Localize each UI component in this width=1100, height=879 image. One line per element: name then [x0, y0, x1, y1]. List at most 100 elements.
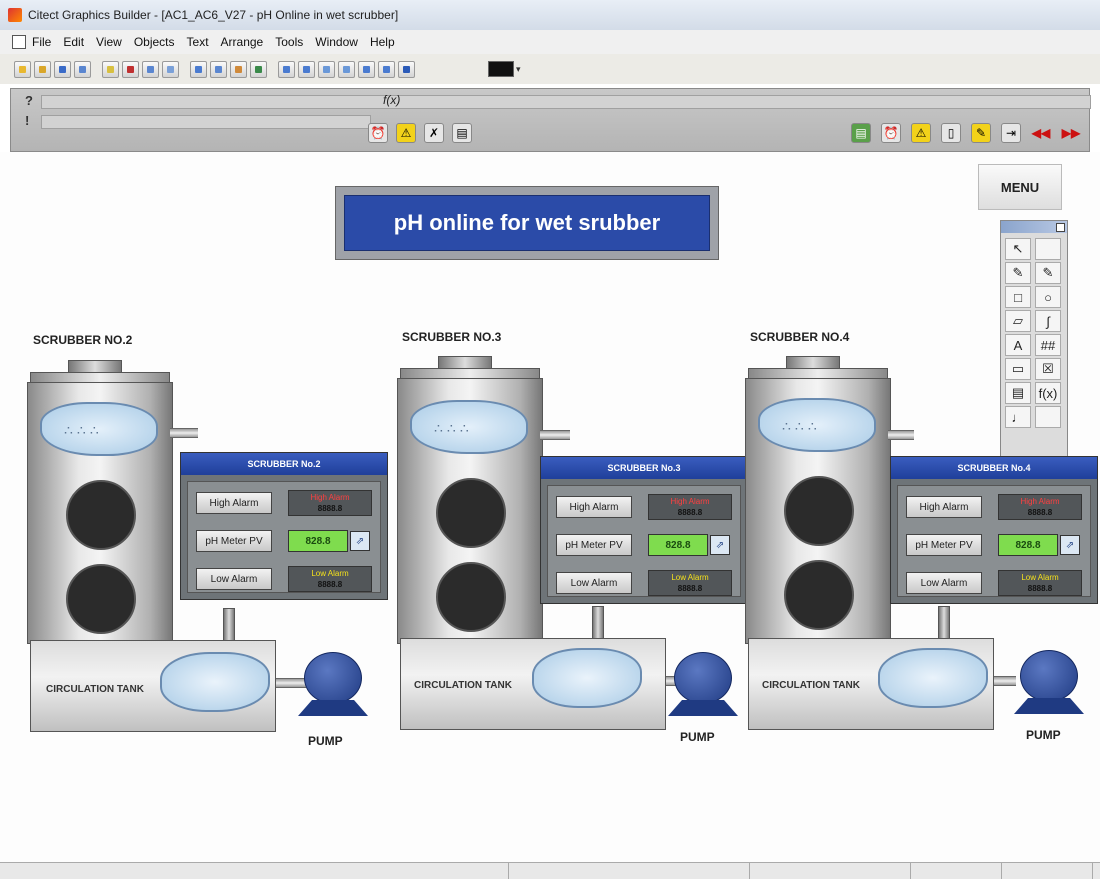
menu-view[interactable]: View: [96, 35, 122, 49]
menu-bar: File Edit View Objects Text Arrange Tool…: [0, 30, 1100, 54]
align-icon[interactable]: [278, 60, 295, 78]
scrubber-3-port-upper: [436, 478, 506, 548]
text-icon[interactable]: A: [1005, 334, 1031, 356]
document-page-icon[interactable]: ▯: [941, 123, 961, 143]
scrubber-2-port-lower: [66, 564, 136, 634]
save-icon[interactable]: [54, 60, 71, 78]
pencil-icon[interactable]: ✎: [971, 123, 991, 143]
ph-meter-pv-button[interactable]: pH Meter PV: [556, 534, 632, 556]
menu-edit[interactable]: Edit: [63, 35, 84, 49]
low-alarm-button[interactable]: Low Alarm: [196, 568, 272, 590]
report-icon[interactable]: ▤: [452, 123, 472, 143]
print-icon[interactable]: [74, 60, 91, 78]
menu-objects[interactable]: Objects: [134, 35, 175, 49]
pointer-icon[interactable]: ↖: [1005, 238, 1031, 260]
button-icon[interactable]: ▭: [1005, 358, 1031, 380]
page-icon[interactable]: [210, 60, 227, 78]
close-icon[interactable]: [1056, 222, 1065, 232]
next-page-icon[interactable]: ▶▶: [1061, 123, 1081, 143]
open-icon[interactable]: [34, 60, 51, 78]
menu-button[interactable]: MENU: [978, 164, 1062, 210]
menu-help[interactable]: Help: [370, 35, 395, 49]
menu-arrange[interactable]: Arrange: [221, 35, 264, 49]
pipe-icon[interactable]: ∫: [1035, 310, 1061, 332]
scrubber-3-pipe: [540, 430, 570, 440]
polygon-icon[interactable]: ▱: [1005, 310, 1031, 332]
music-icon[interactable]: ♩: [1005, 406, 1031, 428]
help-icon[interactable]: [398, 60, 415, 78]
ungroup-icon[interactable]: [318, 60, 335, 78]
paste-icon[interactable]: [162, 60, 179, 78]
scrubber-3-pump-label: PUMP: [680, 730, 715, 744]
chevron-down-icon[interactable]: ▾: [516, 64, 521, 75]
menu-window[interactable]: Window: [315, 35, 358, 49]
copy-icon[interactable]: [142, 60, 159, 78]
clock-icon[interactable]: ⏰: [881, 123, 901, 143]
warning-icon[interactable]: ⚠: [396, 123, 416, 143]
ph-meter-pv-button[interactable]: pH Meter PV: [196, 530, 272, 552]
number-icon[interactable]: ##: [1035, 334, 1061, 356]
high-alarm-display: High Alarm 8888.8: [288, 490, 372, 516]
cicode-icon[interactable]: f(x): [1035, 382, 1061, 404]
edit-cross-icon[interactable]: ✗: [424, 123, 444, 143]
high-alarm-button[interactable]: High Alarm: [906, 496, 982, 518]
expression-field[interactable]: [41, 95, 1091, 109]
scrubber-2-pump[interactable]: [298, 652, 368, 722]
trend-icon[interactable]: ⇗: [1060, 535, 1080, 555]
low-alarm-button[interactable]: Low Alarm: [556, 572, 632, 594]
trend-icon[interactable]: ▤: [1005, 382, 1031, 404]
ph-meter-pv-button[interactable]: pH Meter PV: [906, 534, 982, 556]
freehand-icon[interactable]: ✎: [1035, 262, 1061, 284]
pencil-icon[interactable]: ✎: [1005, 262, 1031, 284]
pointer-icon[interactable]: [190, 60, 207, 78]
scrubber-2-label: SCRUBBER NO.2: [33, 333, 133, 347]
ellipse-icon[interactable]: ○: [1035, 286, 1061, 308]
menu-file[interactable]: File: [32, 35, 51, 49]
scrubber-3-pump[interactable]: [668, 652, 738, 722]
rectangle-icon[interactable]: □: [1005, 286, 1031, 308]
compile-icon[interactable]: [250, 60, 267, 78]
print-page-icon[interactable]: ▤: [851, 123, 871, 143]
scrubber-3-tank-spray: [532, 648, 642, 708]
properties-icon[interactable]: [230, 60, 247, 78]
menu-text[interactable]: Text: [187, 35, 209, 49]
ph-pv-value: 828.8: [998, 534, 1058, 556]
grid-icon[interactable]: [378, 60, 395, 78]
low-alarm-button[interactable]: Low Alarm: [906, 572, 982, 594]
scrubber-4-tank-label: CIRCULATION TANK: [762, 680, 860, 691]
faceplate-title: SCRUBBER No.2: [181, 453, 387, 475]
info-field[interactable]: [41, 115, 371, 129]
high-alarm-button[interactable]: High Alarm: [196, 492, 272, 514]
low-alarm-display: Low Alarm 8888.8: [288, 566, 372, 592]
document-icon[interactable]: [12, 35, 26, 49]
low-alarm-display: Low Alarm 8888.8: [648, 570, 732, 596]
scrubber-4-port-lower: [784, 560, 854, 630]
faceplate-title: SCRUBBER No.3: [541, 457, 747, 479]
alarm-clock-icon[interactable]: ⏰: [368, 123, 388, 143]
blank-tool-2[interactable]: [1035, 406, 1061, 428]
symbol-icon[interactable]: ☒: [1035, 358, 1061, 380]
trend-icon[interactable]: ⇗: [350, 531, 370, 551]
scrubber-4-pump-label: PUMP: [1026, 728, 1061, 742]
scrubber-4-pump[interactable]: [1014, 650, 1084, 720]
high-alarm-button[interactable]: High Alarm: [556, 496, 632, 518]
status-bar: [0, 862, 1100, 879]
group-icon[interactable]: [298, 60, 315, 78]
alarm-warning-icon[interactable]: ⚠: [911, 123, 931, 143]
scrubber-4-tank-spray: [878, 648, 988, 708]
library-icon[interactable]: [102, 60, 119, 78]
exit-icon[interactable]: ⇥: [1001, 123, 1021, 143]
new-icon[interactable]: [14, 60, 31, 78]
scrubber-3-label: SCRUBBER NO.3: [402, 330, 502, 344]
trend-icon[interactable]: ⇗: [710, 535, 730, 555]
back-icon[interactable]: [358, 60, 375, 78]
page-title: pH online for wet srubber: [344, 195, 710, 251]
previous-page-icon[interactable]: ◀◀: [1031, 123, 1051, 143]
blank-tool[interactable]: [1035, 238, 1061, 260]
scrubber-2-tank-spray: [160, 652, 270, 712]
low-alarm-display: Low Alarm 8888.8: [998, 570, 1082, 596]
color-picker[interactable]: [488, 61, 514, 77]
cut-icon[interactable]: [122, 60, 139, 78]
menu-tools[interactable]: Tools: [275, 35, 303, 49]
front-icon[interactable]: [338, 60, 355, 78]
